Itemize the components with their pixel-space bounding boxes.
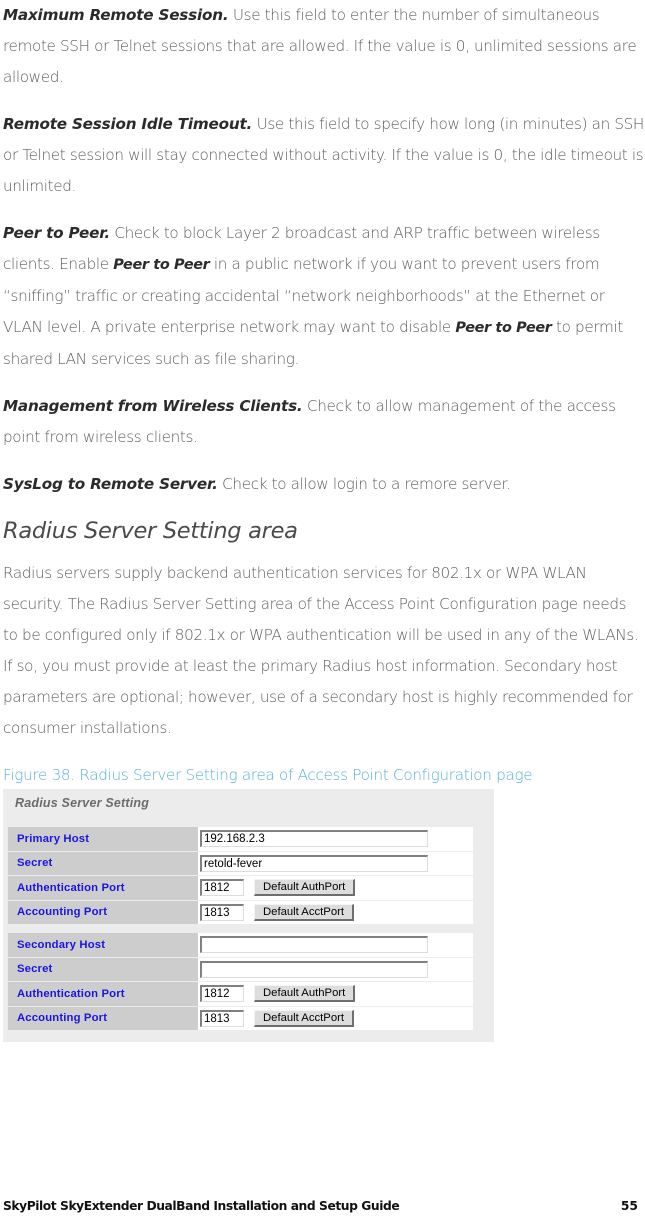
paragraph-management-from-wireless-clients: Management from Wireless Clients. Check … xyxy=(3,391,645,453)
figure-radius-server-setting-screenshot: Radius Server Setting Primary Host 192.1… xyxy=(3,789,494,1042)
radius-server-settings-table: Primary Host 192.168.2.3 Secret retold-f… xyxy=(8,827,473,1031)
table-row: Secondary Host xyxy=(8,933,473,958)
paragraph-lead-label: Peer to Peer. xyxy=(3,224,110,242)
row-label-primary-authentication-port: Authentication Port xyxy=(8,876,198,900)
secondary-secret-input[interactable] xyxy=(200,960,428,978)
page-footer: SkyPilot SkyExtender DualBand Installati… xyxy=(3,1199,642,1213)
secondary-host-group: Secondary Host Secret Authentication Por… xyxy=(8,933,473,1031)
secondary-authentication-port-input[interactable]: 1812 xyxy=(200,985,244,1003)
emphasis-peer-to-peer-2: Peer to Peer xyxy=(455,320,552,336)
row-label-primary-secret: Secret xyxy=(8,851,198,875)
row-label-secondary-secret: Secret xyxy=(8,957,198,981)
secondary-accounting-port-input[interactable]: 1813 xyxy=(200,1009,244,1027)
primary-default-acctport-button[interactable]: Default AcctPort xyxy=(254,903,354,921)
page-content: Maximum Remote Session. Use this field t… xyxy=(3,0,645,800)
row-field: retold-fever xyxy=(198,851,473,875)
row-field xyxy=(198,933,473,957)
row-label-secondary-host: Secondary Host xyxy=(8,933,198,957)
table-row: Primary Host 192.168.2.3 xyxy=(8,827,473,852)
table-row: Authentication Port 1812 Default AuthPor… xyxy=(8,876,473,901)
primary-authentication-port-input[interactable]: 1812 xyxy=(200,879,244,897)
table-row: Authentication Port 1812 Default AuthPor… xyxy=(8,982,473,1007)
paragraph-lead-label: Maximum Remote Session. xyxy=(3,6,229,24)
emphasis-peer-to-peer-1: Peer to Peer xyxy=(113,257,210,273)
paragraph-syslog-to-remote-server: SysLog to Remote Server. Check to allow … xyxy=(3,469,645,500)
paragraph-remote-session-idle-timeout: Remote Session Idle Timeout. Use this fi… xyxy=(3,109,645,202)
document-page: Maximum Remote Session. Use this field t… xyxy=(0,0,645,1227)
row-field xyxy=(198,957,473,981)
paragraph-lead-label: Remote Session Idle Timeout. xyxy=(3,115,253,133)
secondary-host-input[interactable] xyxy=(200,936,428,954)
primary-secret-input[interactable]: retold-fever xyxy=(200,854,428,872)
row-label-primary-host: Primary Host xyxy=(8,827,198,851)
footer-document-title: SkyPilot SkyExtender DualBand Installati… xyxy=(3,1199,400,1213)
table-row: Secret retold-fever xyxy=(8,851,473,876)
row-field: 1813 Default AcctPort xyxy=(198,900,473,924)
footer-page-number: 55 xyxy=(620,1199,638,1213)
paragraph-lead-label: SysLog to Remote Server. xyxy=(3,475,218,493)
paragraph-text: Check to allow login to a remore server. xyxy=(217,475,511,493)
table-row: Accounting Port 1813 Default AcctPort xyxy=(8,900,473,925)
secondary-default-authport-button[interactable]: Default AuthPort xyxy=(254,985,356,1003)
table-row: Accounting Port 1813 Default AcctPort xyxy=(8,1006,473,1031)
table-row: Secret xyxy=(8,957,473,982)
paragraph-radius-servers-overview: Radius servers supply backend authentica… xyxy=(3,564,639,737)
row-field: 1812 Default AuthPort xyxy=(198,876,473,900)
figure-panel-title: Radius Server Setting xyxy=(15,796,150,810)
paragraph-peer-to-peer: Peer to Peer. Check to block Layer 2 bro… xyxy=(3,218,645,375)
row-field: 1812 Default AuthPort xyxy=(198,982,473,1006)
paragraph-lead-label: Management from Wireless Clients. xyxy=(3,397,303,415)
primary-default-authport-button[interactable]: Default AuthPort xyxy=(254,879,356,897)
row-label-secondary-authentication-port: Authentication Port xyxy=(8,982,198,1006)
row-field: 192.168.2.3 xyxy=(198,827,473,851)
figure-caption: Figure 38. Radius Server Setting area of… xyxy=(3,766,533,784)
row-label-secondary-accounting-port: Accounting Port xyxy=(8,1006,198,1030)
secondary-default-acctport-button[interactable]: Default AcctPort xyxy=(254,1009,354,1027)
section-heading-radius-server-setting-area: Radius Server Setting area xyxy=(3,518,298,544)
row-field: 1813 Default AcctPort xyxy=(198,1006,473,1030)
primary-accounting-port-input[interactable]: 1813 xyxy=(200,903,244,921)
primary-host-group: Primary Host 192.168.2.3 Secret retold-f… xyxy=(8,827,473,925)
primary-host-input[interactable]: 192.168.2.3 xyxy=(200,830,428,848)
paragraph-maximum-remote-session: Maximum Remote Session. Use this field t… xyxy=(3,0,645,93)
row-label-primary-accounting-port: Accounting Port xyxy=(8,900,198,924)
